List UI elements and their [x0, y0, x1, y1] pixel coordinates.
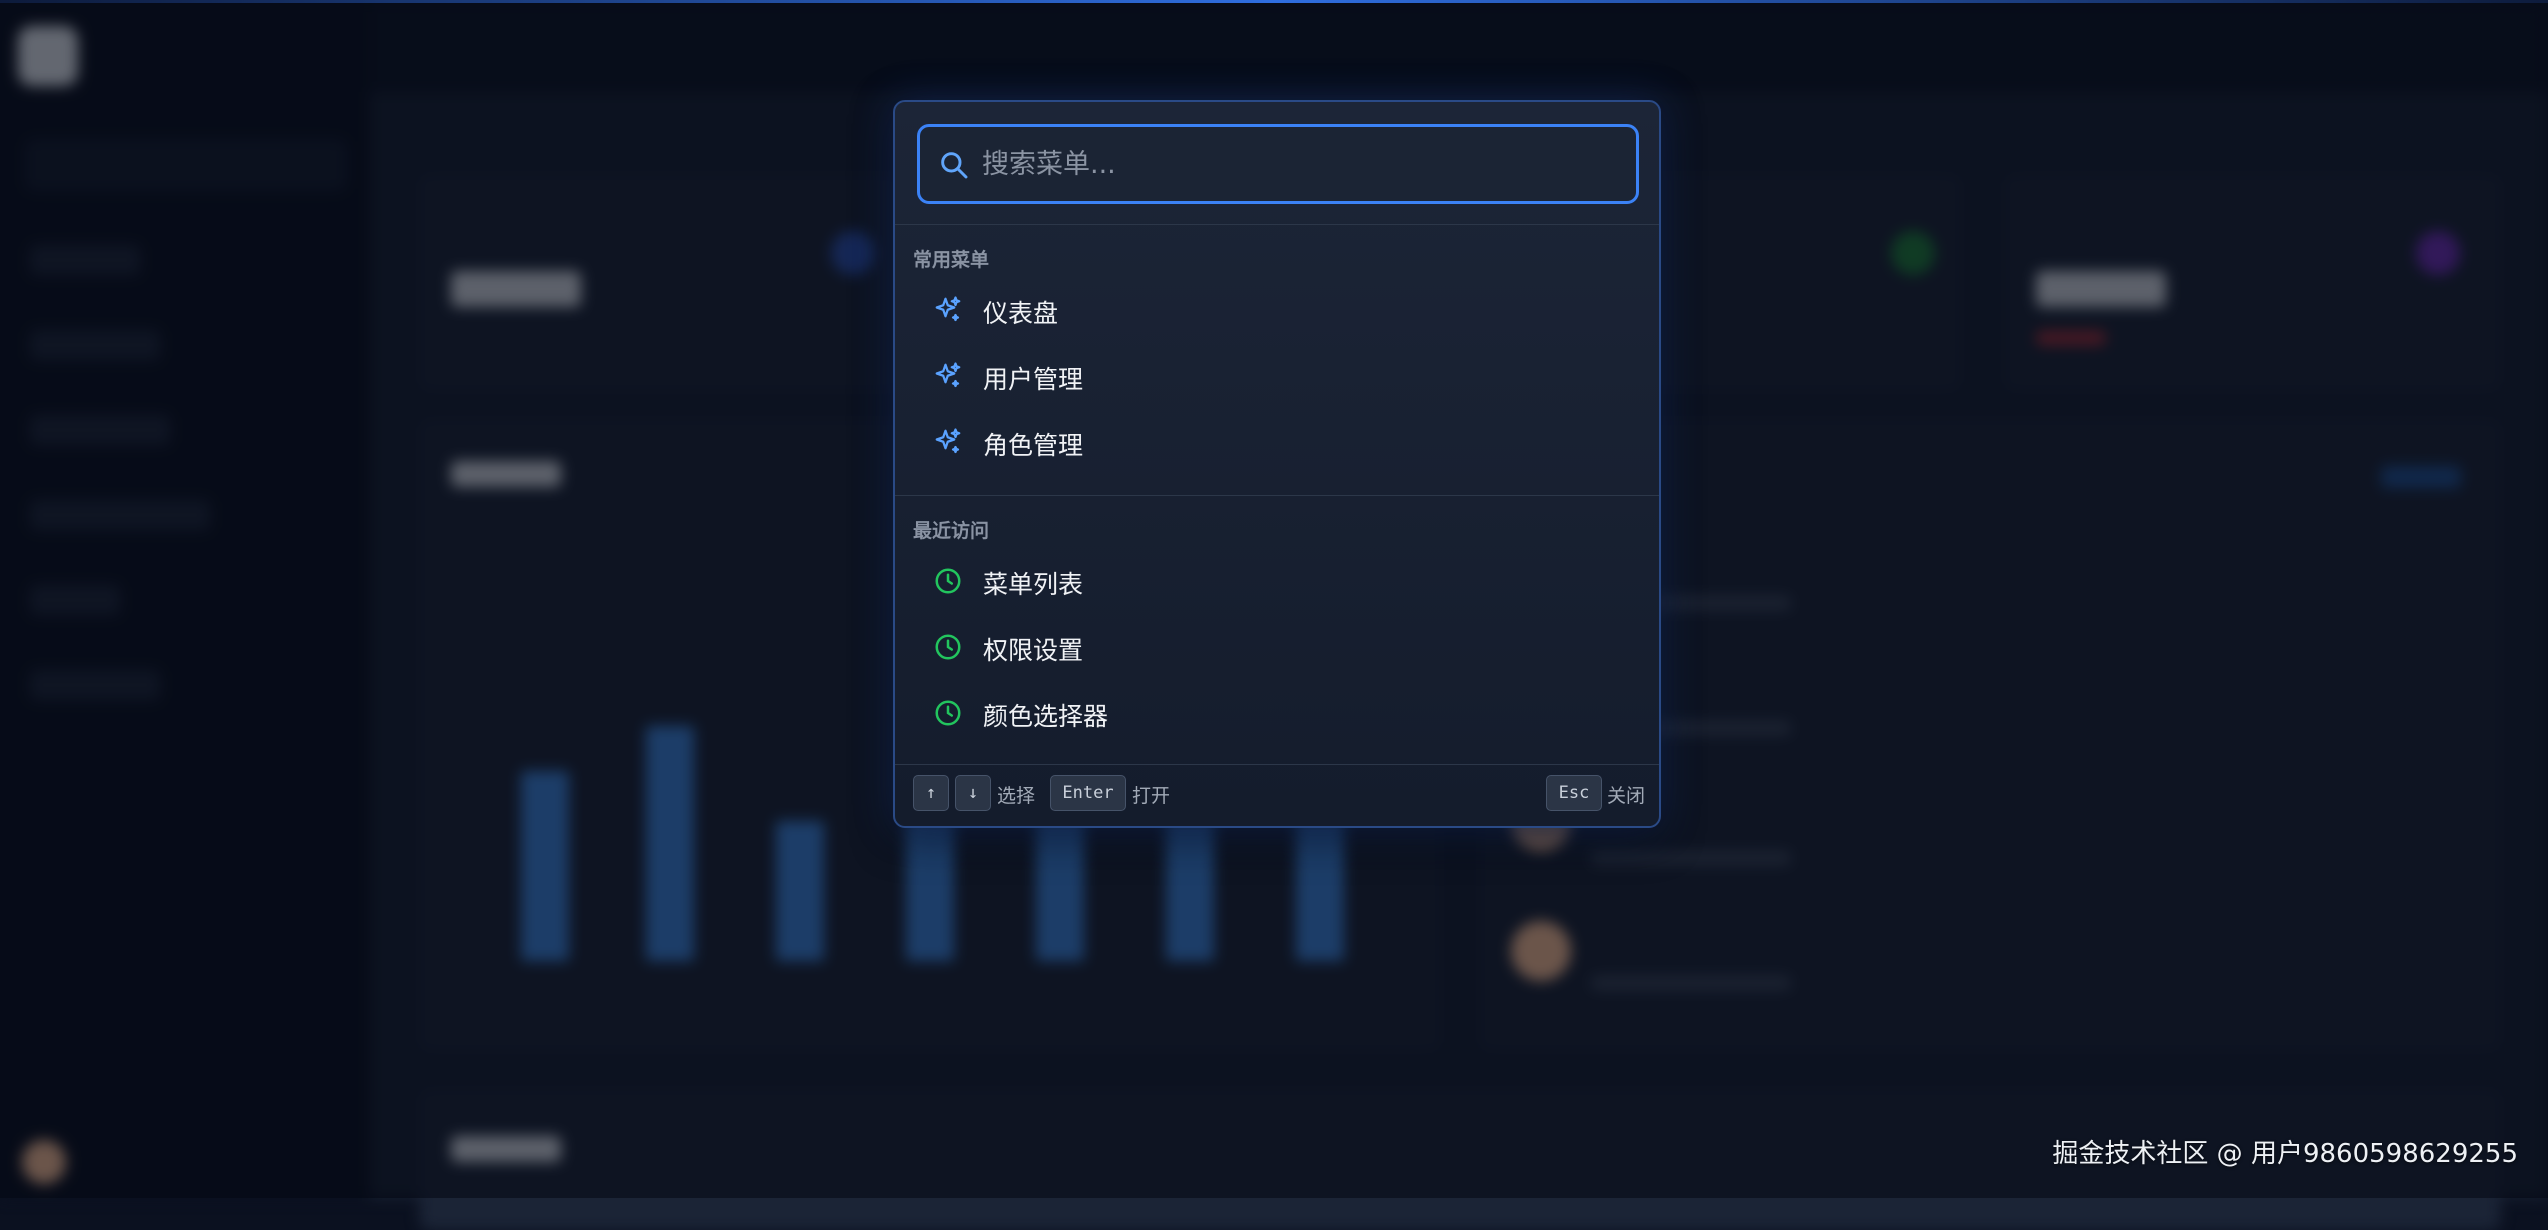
menu-item-label: 仪表盘: [983, 299, 1059, 328]
section-title-recent: 最近访问: [913, 520, 990, 542]
clock-icon: [935, 700, 961, 726]
watermark: 掘金技术社区 @ 用户9860598629255: [2052, 1139, 2518, 1169]
command-palette: 常用菜单 仪表盘 用户管理 角色管理 最近访问 菜单列表: [893, 100, 1661, 828]
menu-item-menu-list[interactable]: 菜单列表: [905, 551, 1649, 611]
menu-item-role-management[interactable]: 角色管理: [905, 412, 1649, 472]
down-key-hint: ↓: [955, 775, 991, 811]
palette-footer: ↑ ↓ 选择 Enter 打开 Esc 关闭: [895, 762, 1659, 826]
divider: [895, 224, 1659, 225]
section-title-common: 常用菜单: [913, 249, 990, 271]
menu-item-dashboard[interactable]: 仪表盘: [905, 280, 1649, 340]
search-icon: [941, 152, 968, 179]
search-box[interactable]: [917, 124, 1639, 204]
menu-item-label: 菜单列表: [983, 570, 1084, 599]
menu-item-label: 权限设置: [983, 636, 1084, 665]
menu-item-label: 颜色选择器: [983, 702, 1109, 731]
search-input[interactable]: [980, 135, 1620, 193]
sparkle-icon: [935, 296, 961, 322]
up-key-hint: ↑: [913, 775, 949, 811]
divider: [895, 495, 1659, 496]
sparkle-icon: [935, 428, 961, 454]
esc-key-hint: Esc: [1546, 775, 1602, 811]
open-hint: 打开: [1132, 785, 1171, 807]
menu-item-label: 用户管理: [983, 365, 1084, 394]
menu-item-user-management[interactable]: 用户管理: [905, 346, 1649, 406]
progress-line: [0, 0, 2548, 3]
enter-key-hint: Enter: [1050, 775, 1126, 811]
clock-icon: [935, 634, 961, 660]
close-hint: 关闭: [1607, 785, 1646, 807]
menu-item-permission-settings[interactable]: 权限设置: [905, 617, 1649, 677]
sparkle-icon: [935, 362, 961, 388]
select-hint: 选择: [997, 785, 1036, 807]
menu-item-color-picker[interactable]: 颜色选择器: [905, 683, 1649, 743]
menu-item-label: 角色管理: [983, 431, 1084, 460]
clock-icon: [935, 568, 961, 594]
